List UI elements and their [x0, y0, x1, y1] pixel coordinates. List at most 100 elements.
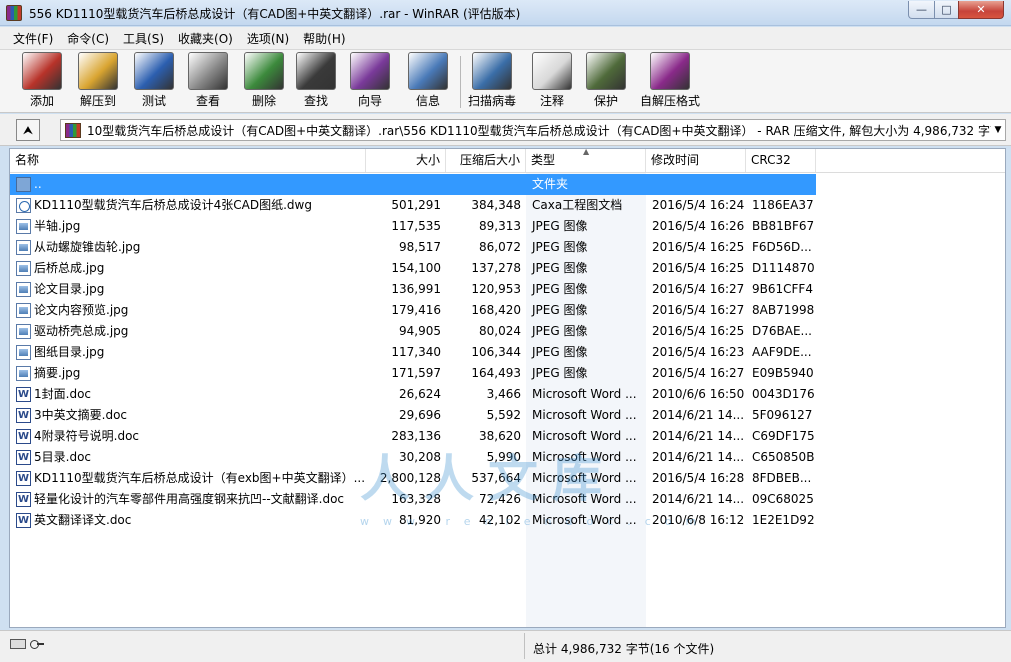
close-button[interactable]: ✕: [958, 1, 1004, 19]
file-name: 轻量化设计的汽车零部件用高强度钢来抗凹--文献翻译.doc: [34, 492, 345, 506]
file-row[interactable]: 3中英文摘要.doc 29,696 5,592 Microsoft Word ... 2…: [10, 405, 1005, 426]
toolbar-button-1[interactable]: 解压到: [78, 52, 118, 110]
file-name-cell[interactable]: 驱动桥壳总成.jpg: [10, 321, 366, 342]
file-name-cell[interactable]: 图纸目录.jpg: [10, 342, 366, 363]
file-name: 后桥总成.jpg: [34, 261, 105, 275]
file-size-cell: 179,416: [391, 303, 441, 317]
file-name-cell[interactable]: 后桥总成.jpg: [10, 258, 366, 279]
file-packed-cell: 137,278: [471, 261, 521, 275]
maximize-button[interactable]: □: [934, 1, 959, 19]
file-row[interactable]: 轻量化设计的汽车零部件用高强度钢来抗凹--文献翻译.doc 163,328 72,4…: [10, 489, 1005, 510]
path-text: 10型载货汽车后桥总成设计（有CAD图+中英文翻译）.rar\556 KD111…: [87, 123, 991, 138]
file-name: KD1110型载货汽车后桥总成设计4张CAD图纸.dwg: [34, 198, 312, 212]
menu-favorites[interactable]: 收藏夹(O): [171, 28, 240, 49]
file-row[interactable]: 半轴.jpg 117,535 89,313 JPEG 图像 2016/5/4 16:26…: [10, 216, 1005, 237]
col-header-name[interactable]: 名称: [10, 149, 366, 172]
menu-file[interactable]: 文件(F): [6, 28, 60, 49]
file-packed-cell: 86,072: [479, 240, 521, 254]
file-row[interactable]: 后桥总成.jpg 154,100 137,278 JPEG 图像 2016/5/4 16…: [10, 258, 1005, 279]
menu-help[interactable]: 帮助(H): [296, 28, 352, 49]
file-row[interactable]: .. 文件夹: [10, 174, 1005, 195]
up-folder-button[interactable]: ⮝: [16, 119, 40, 141]
file-name-cell[interactable]: 3中英文摘要.doc: [10, 405, 366, 426]
comment-pen-icon: [532, 52, 572, 90]
path-combobox[interactable]: 10型载货汽车后桥总成设计（有CAD图+中英文翻译）.rar\556 KD111…: [60, 119, 1006, 141]
img-file-icon: [16, 366, 31, 381]
file-row[interactable]: 5目录.doc 30,208 5,990 Microsoft Word ... 2014…: [10, 447, 1005, 468]
menu-commands[interactable]: 命令(C): [60, 28, 116, 49]
file-name-cell[interactable]: 摘要.jpg: [10, 363, 366, 384]
file-type-cell: Microsoft Word ...: [532, 429, 637, 443]
col-header-size[interactable]: 大小: [366, 149, 446, 172]
extract-folder-icon: [78, 52, 118, 90]
file-name-cell[interactable]: KD1110型载货汽车后桥总成设计（有exb图+中英文翻译）....: [10, 468, 366, 489]
drive-icon[interactable]: [10, 639, 26, 649]
file-list[interactable]: 名称 大小 压缩后大小 类型 修改时间 CRC32 ▲ .. 文件夹 KD1110型…: [9, 148, 1006, 628]
file-row[interactable]: 摘要.jpg 171,597 164,493 JPEG 图像 2016/5/4 16:2…: [10, 363, 1005, 384]
toolbar-button-11[interactable]: 自解压格式: [640, 52, 700, 110]
img-file-icon: [16, 345, 31, 360]
virus-scan-icon: [472, 52, 512, 90]
file-row[interactable]: 论文内容预览.jpg 179,416 168,420 JPEG 图像 2016/5/4 …: [10, 300, 1005, 321]
file-row[interactable]: 英文翻译译文.doc 81,920 42,102 Microsoft Word ...…: [10, 510, 1005, 531]
file-name-cell[interactable]: 半轴.jpg: [10, 216, 366, 237]
toolbar-button-7[interactable]: 信息: [408, 52, 448, 110]
toolbar-button-8[interactable]: 扫描病毒: [468, 52, 516, 110]
file-size-cell: 171,597: [391, 366, 441, 380]
toolbar-button-3[interactable]: 查看: [188, 52, 228, 110]
up-arrow-icon: ⮝: [22, 122, 34, 137]
file-crc-cell: [746, 174, 816, 195]
file-name-cell[interactable]: 5目录.doc: [10, 447, 366, 468]
toolbar-label: 信息: [415, 94, 440, 108]
rar-archive-icon: [65, 122, 81, 138]
file-name-cell[interactable]: 论文内容预览.jpg: [10, 300, 366, 321]
toolbar-button-0[interactable]: 添加: [22, 52, 62, 110]
file-row[interactable]: 驱动桥壳总成.jpg 94,905 80,024 JPEG 图像 2016/5/4 16…: [10, 321, 1005, 342]
file-packed-cell: 72,426: [479, 492, 521, 506]
file-row[interactable]: KD1110型载货汽车后桥总成设计（有exb图+中英文翻译）.... 2,800,…: [10, 468, 1005, 489]
file-row[interactable]: 论文目录.jpg 136,991 120,953 JPEG 图像 2016/5/4 16…: [10, 279, 1005, 300]
file-type-cell: JPEG 图像: [532, 282, 588, 296]
doc-file-icon: [16, 489, 31, 510]
file-size-cell: 283,136: [391, 429, 441, 443]
col-header-crc[interactable]: CRC32: [746, 149, 816, 172]
menu-options[interactable]: 选项(N): [240, 28, 296, 49]
file-name-cell[interactable]: ..: [10, 174, 366, 195]
toolbar-label: 测试: [141, 94, 166, 108]
img-file-icon: [16, 324, 31, 339]
toolbar-label: 自解压格式: [640, 94, 701, 108]
key-icon[interactable]: [30, 639, 44, 649]
toolbar-button-4[interactable]: 删除: [244, 52, 284, 110]
col-header-modified[interactable]: 修改时间: [646, 149, 746, 172]
file-name-cell[interactable]: 英文翻译译文.doc: [10, 510, 366, 531]
file-name-cell[interactable]: 论文目录.jpg: [10, 279, 366, 300]
col-header-packed[interactable]: 压缩后大小: [446, 149, 526, 172]
file-row[interactable]: 从动螺旋锥齿轮.jpg 98,517 86,072 JPEG 图像 2016/5/4 1…: [10, 237, 1005, 258]
file-row[interactable]: 4附录符号说明.doc 283,136 38,620 Microsoft Word .…: [10, 426, 1005, 447]
file-row[interactable]: 1封面.doc 26,624 3,466 Microsoft Word ... 2010…: [10, 384, 1005, 405]
file-size-cell: 26,624: [399, 387, 441, 401]
minimize-button[interactable]: —: [908, 1, 935, 19]
file-row[interactable]: KD1110型载货汽车后桥总成设计4张CAD图纸.dwg 501,291 384,3…: [10, 195, 1005, 216]
file-name-cell[interactable]: 轻量化设计的汽车零部件用高强度钢来抗凹--文献翻译.doc: [10, 489, 366, 510]
toolbar-button-5[interactable]: 查找: [296, 52, 336, 110]
file-name-cell[interactable]: 4附录符号说明.doc: [10, 426, 366, 447]
toolbar-button-9[interactable]: 注释: [532, 52, 572, 110]
file-name-cell[interactable]: KD1110型载货汽车后桥总成设计4张CAD图纸.dwg: [10, 195, 366, 216]
winrar-app-icon[interactable]: [6, 5, 22, 21]
toolbar-button-2[interactable]: 测试: [134, 52, 174, 110]
file-name: KD1110型载货汽车后桥总成设计（有exb图+中英文翻译）....: [34, 471, 366, 485]
file-packed-cell: 168,420: [471, 303, 521, 317]
menu-tools[interactable]: 工具(S): [116, 28, 171, 49]
chevron-down-icon[interactable]: ▼: [991, 125, 1005, 135]
toolbar-button-10[interactable]: 保护: [586, 52, 626, 110]
file-type-cell: Microsoft Word ...: [532, 513, 637, 527]
file-name-cell[interactable]: 1封面.doc: [10, 384, 366, 405]
file-crc-cell: 1186EA37: [752, 198, 814, 212]
file-row[interactable]: 图纸目录.jpg 117,340 106,344 JPEG 图像 2016/5/4 16…: [10, 342, 1005, 363]
file-name-cell[interactable]: 从动螺旋锥齿轮.jpg: [10, 237, 366, 258]
file-name: 5目录.doc: [34, 450, 92, 464]
file-packed-cell: 5,990: [486, 450, 521, 464]
toolbar-button-6[interactable]: 向导: [350, 52, 390, 110]
toolbar-label: 解压到: [79, 94, 116, 108]
